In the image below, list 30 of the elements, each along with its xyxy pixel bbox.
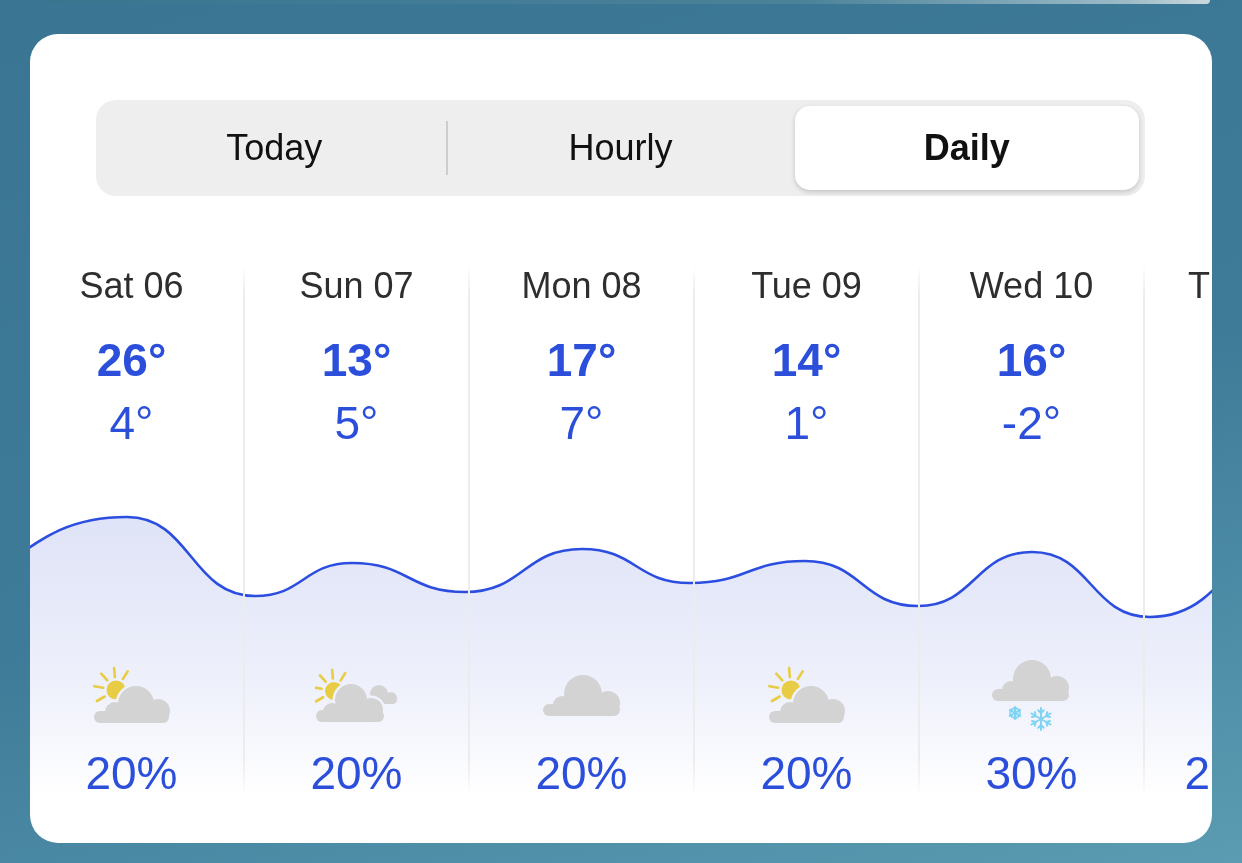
day-label: Mon 08 bbox=[521, 266, 642, 306]
low-temperature: 4° bbox=[109, 400, 154, 446]
precipitation-chance: 2 bbox=[1184, 750, 1210, 796]
segment-tab[interactable]: Today bbox=[102, 106, 447, 190]
day-label: Sat 06 bbox=[79, 266, 184, 306]
low-temperature: 1° bbox=[784, 400, 829, 446]
high-temperature: 26° bbox=[96, 337, 167, 383]
sun-behind-cloud-icon bbox=[92, 666, 171, 724]
precipitation-chance: 20% bbox=[760, 750, 853, 796]
precipitation-chance: 20% bbox=[535, 750, 628, 796]
high-temperature: 17° bbox=[546, 337, 617, 383]
high-temperature: 16° bbox=[996, 337, 1067, 383]
day-label: Sun 07 bbox=[299, 266, 414, 306]
low-temperature: 5° bbox=[334, 400, 379, 446]
sun-behind-clouds-icon bbox=[314, 667, 399, 723]
high-temperature: 14° bbox=[771, 337, 842, 383]
precipitation-chance: 20% bbox=[85, 750, 178, 796]
segment-tab[interactable]: Hourly bbox=[448, 106, 793, 190]
precipitation-chance: 30% bbox=[985, 750, 1078, 796]
day-label: Tue 09 bbox=[751, 266, 862, 306]
day-label: T bbox=[1188, 266, 1210, 306]
snow-cloud-icon bbox=[991, 659, 1072, 731]
cloud-icon bbox=[541, 673, 622, 717]
precipitation-chance: 20% bbox=[310, 750, 403, 796]
segment-tab[interactable]: Daily bbox=[794, 106, 1139, 190]
low-temperature: 7° bbox=[559, 400, 604, 446]
low-temperature: -2° bbox=[1001, 400, 1062, 446]
day-label: Wed 10 bbox=[969, 266, 1094, 306]
sun-behind-cloud-icon bbox=[767, 666, 846, 724]
high-temperature: 13° bbox=[321, 337, 392, 383]
